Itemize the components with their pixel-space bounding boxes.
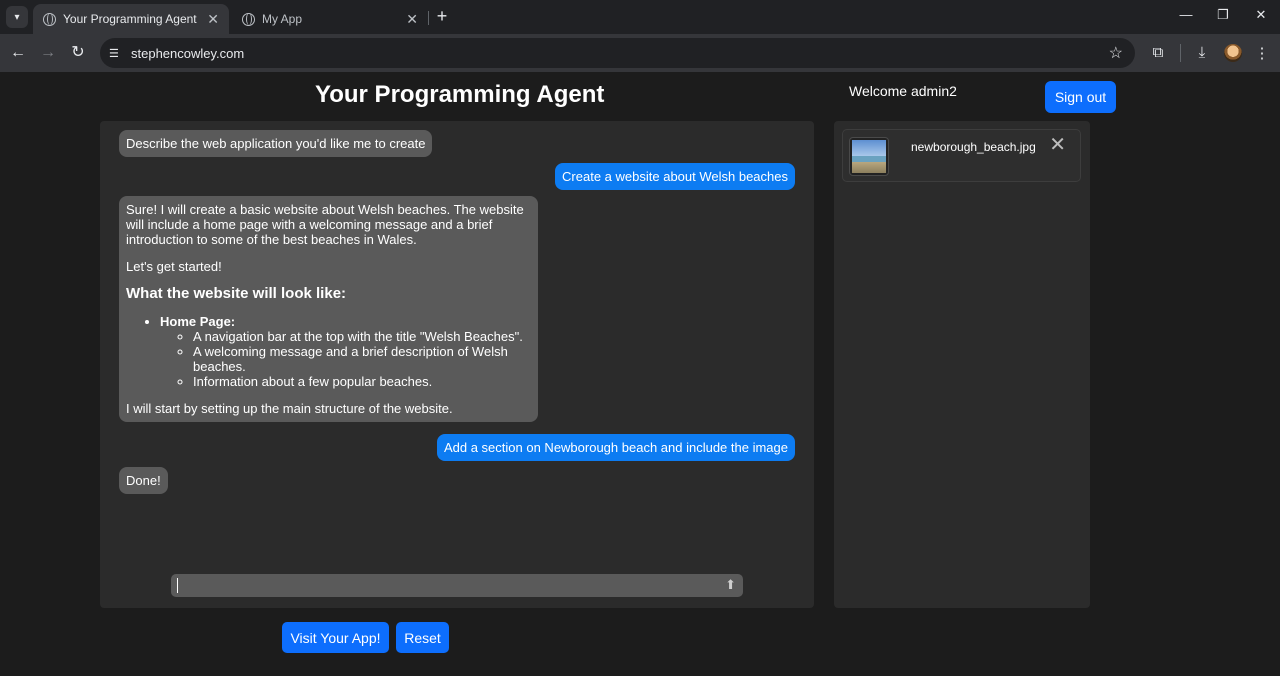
agent-message: Describe the web application you'd like …: [119, 130, 433, 157]
site-settings-icon[interactable]: ☰: [109, 47, 123, 60]
user-message: Create a website about Welsh beaches: [555, 163, 795, 190]
minimize-icon[interactable]: —: [1176, 7, 1196, 22]
message-heading: What the website will look like:: [126, 285, 347, 302]
browser-tab-active[interactable]: Your Programming Agent ✕: [33, 4, 229, 34]
browser-tab[interactable]: My App ✕: [232, 4, 428, 34]
tab-title: Your Programming Agent: [63, 12, 197, 26]
menu-kebab-icon[interactable]: ⋮: [1252, 44, 1272, 62]
file-name: newborough_beach.jpg: [911, 140, 1036, 154]
tab-search-chevron-icon[interactable]: ▾: [6, 6, 28, 28]
close-tab-icon[interactable]: ✕: [406, 11, 418, 28]
message-list: Home Page: A navigation bar at the top w…: [160, 314, 531, 389]
sub-list: A navigation bar at the top with the tit…: [193, 329, 531, 389]
address-bar[interactable]: ☰ stephencowley.com ☆: [100, 38, 1135, 68]
bookmark-star-icon[interactable]: ☆: [1109, 43, 1123, 63]
visit-app-button[interactable]: Visit Your App!: [282, 622, 389, 653]
agent-message: Done!: [119, 467, 168, 494]
agent-message: Sure! I will create a basic website abou…: [119, 196, 538, 422]
text-caret: [177, 578, 178, 593]
profile-avatar[interactable]: [1224, 44, 1242, 62]
list-item: A navigation bar at the top with the tit…: [193, 329, 531, 344]
list-item: A welcoming message and a brief descript…: [193, 344, 531, 374]
message-paragraph: Sure! I will create a basic website abou…: [126, 202, 524, 247]
send-arrow-icon[interactable]: ⬆: [725, 577, 736, 593]
globe-icon: [43, 12, 56, 26]
reset-button[interactable]: Reset: [396, 622, 449, 653]
close-tab-icon[interactable]: ✕: [207, 11, 219, 28]
tab-divider: [428, 11, 429, 25]
restore-icon[interactable]: ❐: [1213, 7, 1233, 23]
image-thumbnail: [849, 137, 889, 176]
list-item: Information about a few popular beaches.: [193, 374, 531, 389]
reload-icon[interactable]: ↻: [68, 43, 88, 63]
file-card[interactable]: newborough_beach.jpg ✕: [842, 129, 1081, 182]
remove-file-icon[interactable]: ✕: [1049, 134, 1066, 156]
browser-toolbar: ← → ↻ ☰ stephencowley.com ☆ ⧉ ⤓ ⋮: [0, 34, 1280, 72]
files-panel: newborough_beach.jpg ✕: [834, 121, 1090, 608]
message-paragraph: I will start by setting up the main stru…: [126, 401, 453, 416]
message-paragraph: Let's get started!: [126, 259, 222, 274]
sign-out-button[interactable]: Sign out: [1045, 81, 1116, 113]
toolbar-divider: [1180, 44, 1181, 62]
download-icon[interactable]: ⤓: [1192, 44, 1212, 61]
welcome-text: Welcome admin2: [849, 83, 957, 99]
page-title: Your Programming Agent: [315, 81, 605, 108]
list-item-title: Home Page:: [160, 314, 236, 329]
extensions-icon[interactable]: ⧉: [1148, 44, 1168, 61]
chat-input[interactable]: ⬆: [171, 574, 743, 597]
back-icon[interactable]: ←: [8, 43, 28, 63]
user-message: Add a section on Newborough beach and in…: [436, 434, 795, 461]
list-item: Home Page: A navigation bar at the top w…: [160, 314, 531, 389]
app-page: Your Programming Agent Welcome admin2 Si…: [0, 72, 1280, 676]
forward-icon[interactable]: →: [38, 43, 58, 63]
url-text[interactable]: stephencowley.com: [131, 46, 244, 61]
new-tab-icon[interactable]: +: [433, 6, 451, 26]
close-window-icon[interactable]: ✕: [1251, 7, 1271, 23]
globe-icon: [242, 12, 255, 26]
chat-panel: Describe the web application you'd like …: [100, 121, 814, 608]
browser-tab-strip: ▾ Your Programming Agent ✕ My App ✕ + — …: [0, 0, 1280, 34]
tab-title: My App: [262, 12, 303, 26]
